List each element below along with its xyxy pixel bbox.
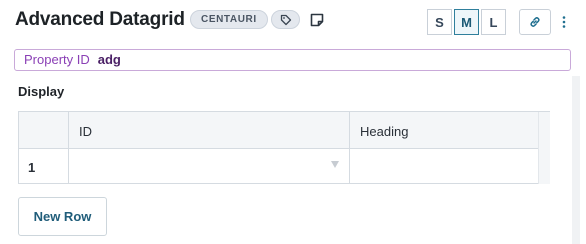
display-label: Display bbox=[18, 84, 65, 99]
more-options-button[interactable] bbox=[557, 9, 571, 35]
panel-scrollbar[interactable] bbox=[572, 76, 580, 244]
size-large-button[interactable]: L bbox=[481, 9, 506, 35]
data-grid: ID Heading 1 bbox=[18, 111, 550, 184]
row-number: 1 bbox=[28, 160, 36, 175]
size-small-button[interactable]: S bbox=[427, 9, 452, 35]
centauri-badge: CENTAURI bbox=[190, 10, 268, 29]
cell-id-select[interactable] bbox=[69, 149, 349, 184]
cell-heading-input[interactable] bbox=[350, 149, 538, 184]
grid-scrollbar[interactable] bbox=[538, 112, 550, 184]
component-title: Advanced Datagrid bbox=[15, 9, 185, 30]
component-header: Advanced Datagrid CENTAURI S M L bbox=[15, 8, 575, 36]
chevron-down-icon[interactable] bbox=[331, 161, 339, 168]
column-header-id[interactable]: ID bbox=[79, 124, 92, 139]
tag-icon bbox=[280, 14, 291, 25]
kebab-icon bbox=[562, 16, 566, 28]
tag-button[interactable] bbox=[271, 10, 300, 29]
grid-header-row bbox=[19, 112, 538, 149]
property-id-value: adg bbox=[97, 52, 121, 67]
column-header-heading[interactable]: Heading bbox=[360, 124, 408, 139]
link-icon bbox=[530, 17, 540, 27]
note-icon[interactable] bbox=[309, 12, 325, 28]
size-medium-button[interactable]: M bbox=[454, 9, 479, 35]
link-button[interactable] bbox=[519, 9, 551, 35]
property-id-field[interactable]: Property ID adg bbox=[14, 49, 571, 71]
property-id-label: Property ID bbox=[24, 52, 90, 67]
new-row-button[interactable]: New Row bbox=[18, 197, 107, 236]
size-selector: S M L bbox=[427, 9, 508, 35]
